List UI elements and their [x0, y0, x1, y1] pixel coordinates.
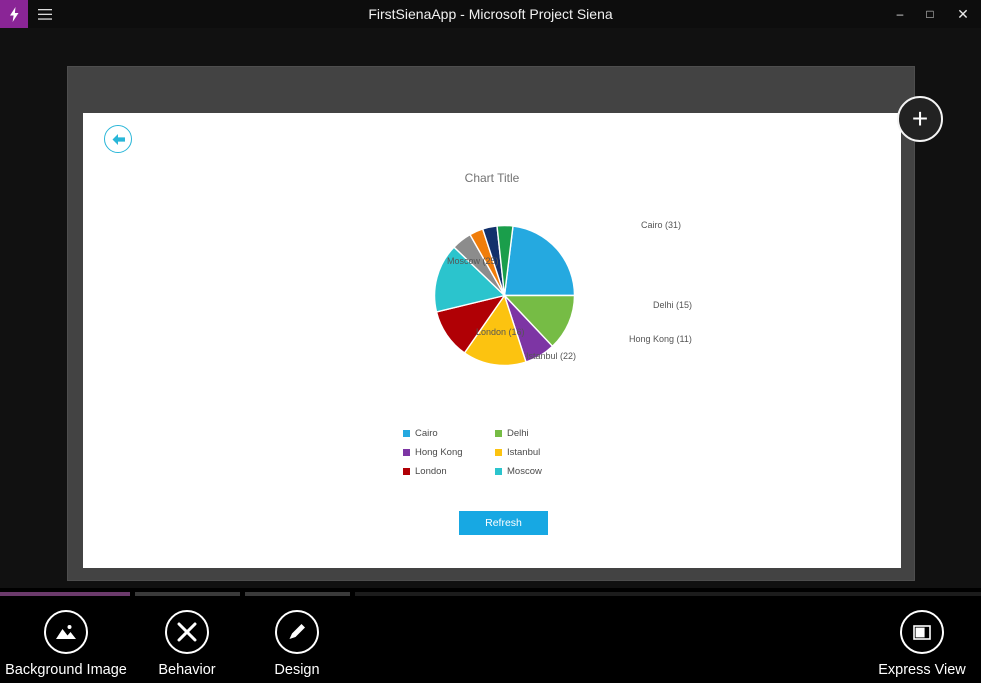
tab-segment[interactable]: [245, 592, 350, 596]
legend-swatch-icon: [403, 468, 410, 475]
slice-label-london: London (16): [476, 327, 525, 337]
pencil-icon: [275, 610, 319, 654]
back-arrow-icon: [112, 133, 125, 145]
title-bar: FirstSienaApp - Microsoft Project Siena …: [0, 0, 981, 28]
device-frame: Chart Title Cairo (31) Delhi (15) Hong K…: [67, 66, 915, 581]
tab-segment[interactable]: [135, 592, 240, 596]
legend-label: Hong Kong: [415, 447, 463, 458]
slice-label-istanbul: Istanbul (22): [526, 351, 577, 361]
back-button[interactable]: [104, 125, 132, 153]
app-icon[interactable]: [0, 0, 28, 28]
command-label: Behavior: [158, 662, 216, 678]
legend-swatch-icon: [495, 468, 502, 475]
tab-segment-active[interactable]: [0, 592, 130, 596]
hamburger-glyph: [38, 8, 52, 20]
add-control-button[interactable]: +: [897, 96, 943, 142]
panel-layout-icon: [900, 610, 944, 654]
slice-label-cairo: Cairo (31): [641, 220, 682, 230]
legend-swatch-icon: [403, 430, 410, 437]
slice-label-hong-kong: Hong Kong (11): [629, 334, 692, 344]
command-design[interactable]: Design: [242, 610, 352, 678]
legend-swatch-icon: [403, 449, 410, 456]
legend-item: Delhi: [495, 428, 583, 439]
command-label: Express View: [878, 662, 966, 678]
command-label: Background Image: [5, 662, 127, 678]
command-background-image[interactable]: Background Image: [0, 610, 132, 678]
legend-item: Cairo: [403, 428, 491, 439]
close-button[interactable]: ✕: [945, 0, 981, 28]
pie-chart: [83, 223, 901, 413]
panel-layout-glyph: [913, 625, 931, 640]
lightning-bolt-icon: [9, 6, 18, 22]
command-behavior[interactable]: Behavior: [132, 610, 242, 678]
legend-label: Cairo: [415, 428, 438, 439]
image-icon: [44, 610, 88, 654]
refresh-button[interactable]: Refresh: [459, 511, 548, 535]
slice-label-moscow: Moscow (25): [447, 256, 499, 266]
work-area: Chart Title Cairo (31) Delhi (15) Hong K…: [0, 28, 981, 588]
chart-title: Chart Title: [464, 171, 520, 185]
chart-legend: Cairo Delhi Hong Kong Istanbul London Mo…: [403, 428, 603, 477]
legend-label: Moscow: [507, 466, 542, 477]
pie-svg: [433, 224, 576, 367]
slice-label-delhi: Delhi (15): [653, 300, 693, 310]
app-screen-canvas[interactable]: Chart Title Cairo (31) Delhi (15) Hong K…: [83, 113, 901, 568]
scissors-glyph: [177, 622, 197, 642]
scissors-icon: [165, 610, 209, 654]
tab-segment-empty: [355, 592, 981, 596]
legend-label: Istanbul: [507, 447, 541, 458]
pencil-glyph: [289, 624, 305, 639]
maximize-button[interactable]: □: [915, 0, 945, 28]
image-glyph: [56, 625, 76, 639]
bottom-command-bar: Background Image Behavior Design Express…: [0, 600, 981, 683]
legend-label: Delhi: [507, 428, 529, 439]
hamburger-menu-icon[interactable]: [28, 0, 62, 28]
command-label: Design: [274, 662, 320, 678]
legend-swatch-icon: [495, 449, 502, 456]
window-title: FirstSienaApp - Microsoft Project Siena: [368, 6, 613, 22]
command-express-view[interactable]: Express View: [863, 610, 981, 678]
legend-item: Moscow: [495, 466, 583, 477]
window-controls: – □ ✕: [885, 0, 981, 28]
legend-item: London: [403, 466, 491, 477]
legend-swatch-icon: [495, 430, 502, 437]
legend-item: Istanbul: [495, 447, 583, 458]
legend-item: Hong Kong: [403, 447, 491, 458]
minimize-button[interactable]: –: [885, 0, 915, 28]
legend-label: London: [415, 466, 447, 477]
tab-indicator-strip: [0, 592, 981, 597]
